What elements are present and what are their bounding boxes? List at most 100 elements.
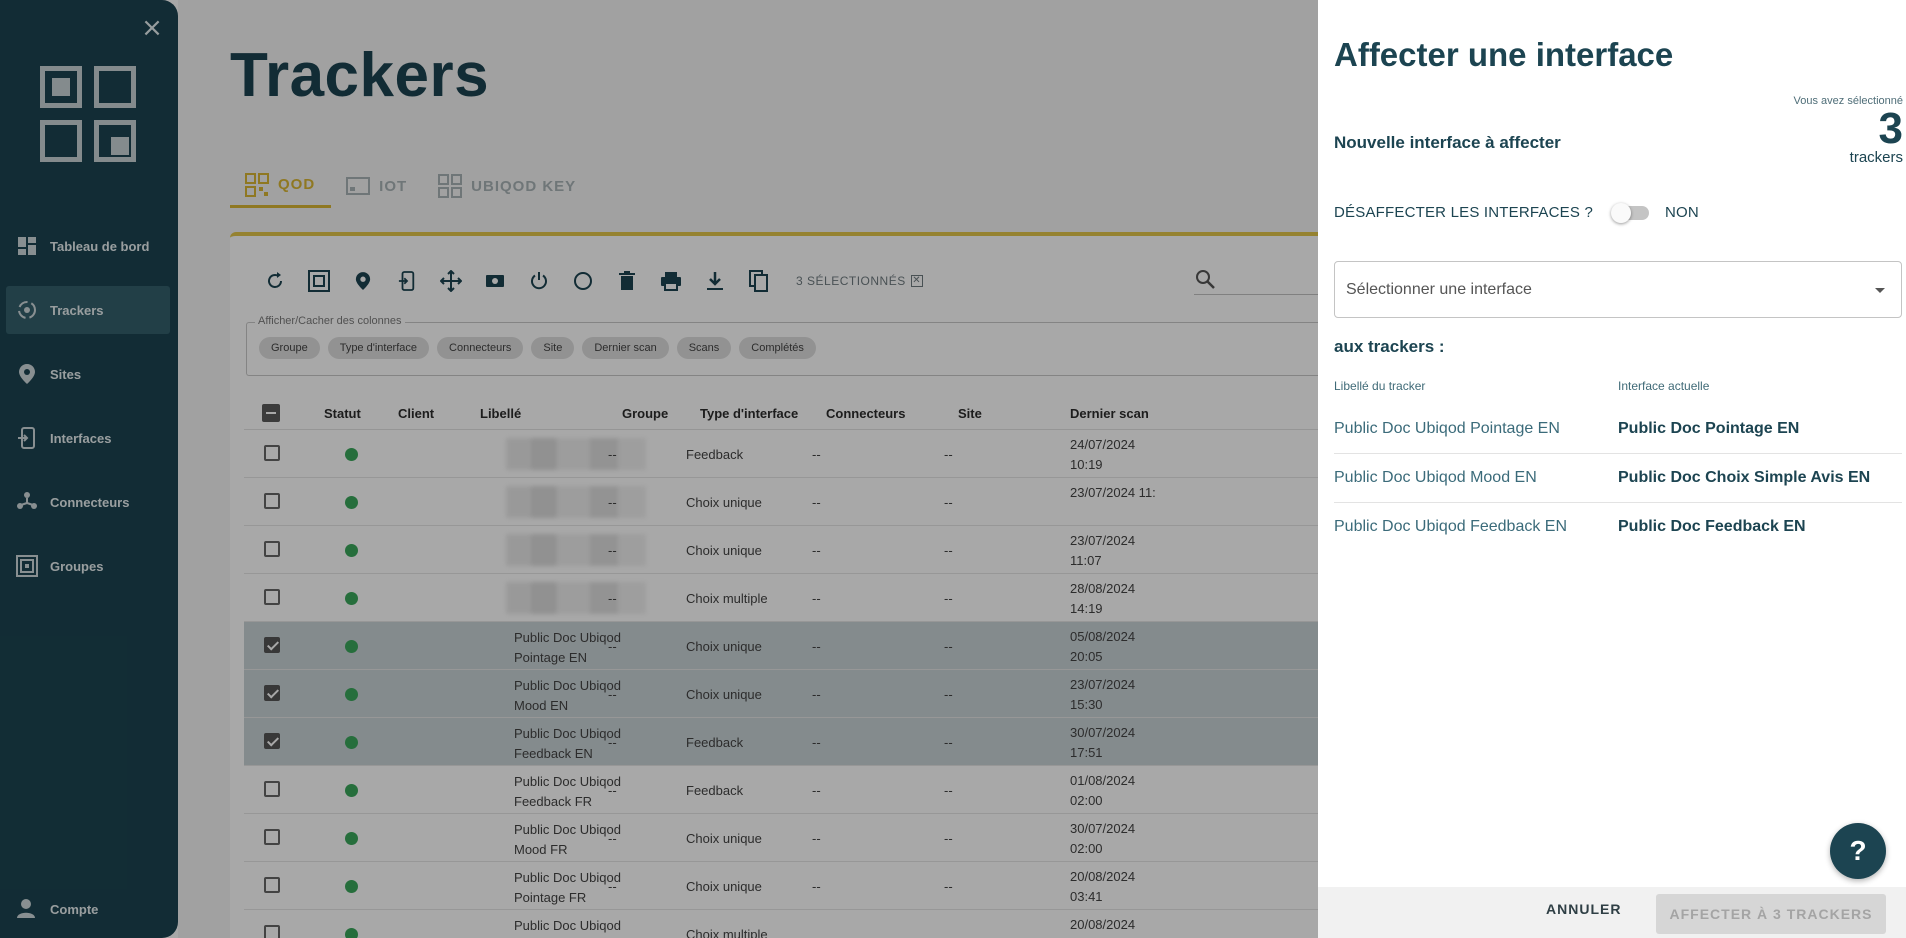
row-checkbox[interactable] [264,781,280,797]
interface-type-cell: Choix unique [686,542,762,558]
row-checkbox[interactable] [264,589,280,605]
last-scan-time: 14:19 [1070,601,1103,616]
interface-type-cell: Choix multiple [686,926,768,938]
table-row[interactable]: Public Doc Ubiqod Mood FR -- Choix unique -… [244,814,1334,862]
columns-filter-legend: Afficher/Cacher des colonnes [255,315,405,327]
sidebar-item-account[interactable]: Compte [16,898,98,920]
column-chip[interactable]: Type d'interface [327,337,430,359]
row-checkbox[interactable] [264,637,280,653]
sidebar: × Tableau de bord Trackers Sites Interfa… [0,0,178,938]
col-header-last-scan[interactable]: Dernier scan [1070,406,1149,421]
unassign-toggle[interactable] [1611,202,1649,223]
redacted-label [506,534,646,566]
download-icon[interactable] [700,266,730,296]
sidebar-item-label: Trackers [50,302,104,318]
copy-icon[interactable] [744,266,774,296]
logo-square [94,66,136,108]
sidebar-item-interfaces[interactable]: Interfaces [6,414,170,462]
connectors-cell: -- [812,878,821,894]
site-cell: -- [944,782,953,798]
help-button[interactable]: ? [1830,823,1886,879]
col-header-site[interactable]: Site [958,406,982,421]
circle-icon[interactable] [568,266,598,296]
table-row[interactable]: Public Doc Ubiqod Pointage EN -- Choix uni… [244,622,1334,670]
search-input[interactable] [1194,294,1320,295]
row-checkbox[interactable] [264,733,280,749]
sidebar-item-groups[interactable]: Groupes [6,542,170,590]
tab-qod[interactable]: QOD [230,164,332,208]
row-checkbox[interactable] [264,925,280,938]
last-scan-date: 30/07/2024 [1070,725,1136,740]
camera-icon[interactable] [480,266,510,296]
power-icon[interactable] [524,266,554,296]
table-row[interactable]: Public Doc Ubiqod Feedback EN -- Feedback -… [244,718,1334,766]
table-row[interactable]: Public Doc Ubiqod Pointage FR -- Choix uni… [244,862,1334,910]
move-icon[interactable] [436,266,466,296]
col-tracker-label: Libellé du tracker [1334,379,1426,393]
sidebar-item-connectors[interactable]: Connecteurs [6,478,170,526]
sidebar-item-label: Sites [50,366,82,382]
column-chip[interactable]: Site [531,337,575,359]
status-dot [345,448,358,461]
tab-iot[interactable]: IOT [331,164,423,208]
table-row[interactable]: -- Choix unique -- -- 23/07/2024 11: [244,478,1334,526]
location-pin-icon[interactable] [348,266,378,296]
col-header-connectors[interactable]: Connecteurs [826,406,905,421]
group-icon[interactable] [304,266,334,296]
last-scan-date: 20/08/2024 [1070,917,1136,932]
table-row[interactable]: Public Doc Ubiqod Choix multiple 20/08/202… [244,910,1334,938]
last-scan-cell: 30/07/2024 02:00 [1070,819,1135,859]
assign-trackers-button[interactable]: AFFECTER À 3 TRACKERS [1656,894,1886,934]
assignment-tracker: Public Doc Ubiqod Mood EN [1334,469,1537,486]
group-cell: -- [608,494,617,510]
row-checkbox[interactable] [264,541,280,557]
status-dot [345,880,358,893]
interface-type-cell: Feedback [686,782,744,798]
last-scan-cell: 30/07/2024 17:51 [1070,723,1135,763]
search-icon[interactable] [1194,268,1220,294]
redacted-label [506,438,646,470]
last-scan-time: 17:51 [1070,745,1103,760]
cancel-button[interactable]: ANNULER [1546,901,1621,917]
assign-interface-panel: Affecter une interface Vous avez sélecti… [1318,0,1906,938]
select-all-checkbox[interactable] [262,404,280,422]
selected-count-text: 3 SÉLECTIONNÉS [796,274,906,288]
print-icon[interactable] [656,266,686,296]
trash-icon[interactable] [612,266,642,296]
column-chip[interactable]: Dernier scan [582,337,669,359]
clear-selection-icon[interactable]: ✕ [910,275,923,287]
table-row[interactable]: Public Doc Ubiqod Mood EN -- Choix unique -… [244,670,1334,718]
column-chip[interactable]: Scans [676,337,732,359]
table-row[interactable]: -- Choix unique -- -- 23/07/2024 11:07 [244,526,1334,574]
col-header-interface-type[interactable]: Type d'interface [700,406,798,421]
column-chip[interactable]: Groupe [259,337,320,359]
col-header-label[interactable]: Libellé [480,406,521,421]
last-scan-cell: 28/08/2024 14:19 [1070,579,1135,619]
site-cell: -- [944,446,953,462]
row-checkbox[interactable] [264,493,280,509]
sidebar-item-dashboard[interactable]: Tableau de bord [6,222,170,270]
connectors-cell: -- [812,590,821,606]
row-checkbox[interactable] [264,685,280,701]
table-row[interactable]: -- Feedback -- -- 24/07/2024 10:19 [244,430,1334,478]
last-scan-date: 20/08/2024 [1070,869,1136,884]
col-header-client[interactable]: Client [398,406,434,421]
sidebar-item-sites[interactable]: Sites [6,350,170,398]
row-checkbox[interactable] [264,445,280,461]
close-sidebar-icon[interactable]: × [140,15,164,41]
interface-select[interactable]: Sélectionner une interface [1334,261,1902,318]
tab-ubiqod-key[interactable]: UBIQOD KEY [423,164,592,208]
col-header-group[interactable]: Groupe [622,406,668,421]
column-chip[interactable]: Complétés [739,337,816,359]
col-header-status[interactable]: Statut [324,406,361,421]
row-checkbox[interactable] [264,877,280,893]
table-row[interactable]: -- Choix multiple -- -- 28/08/2024 14:19 [244,574,1334,622]
column-chip[interactable]: Connecteurs [437,337,524,359]
interface-type-cell: Choix unique [686,494,762,510]
group-cell: -- [608,638,617,654]
sidebar-item-trackers[interactable]: Trackers [6,286,170,334]
row-checkbox[interactable] [264,829,280,845]
assign-interface-icon[interactable] [392,266,422,296]
table-row[interactable]: Public Doc Ubiqod Feedback FR -- Feedback -… [244,766,1334,814]
refresh-icon[interactable] [260,266,290,296]
